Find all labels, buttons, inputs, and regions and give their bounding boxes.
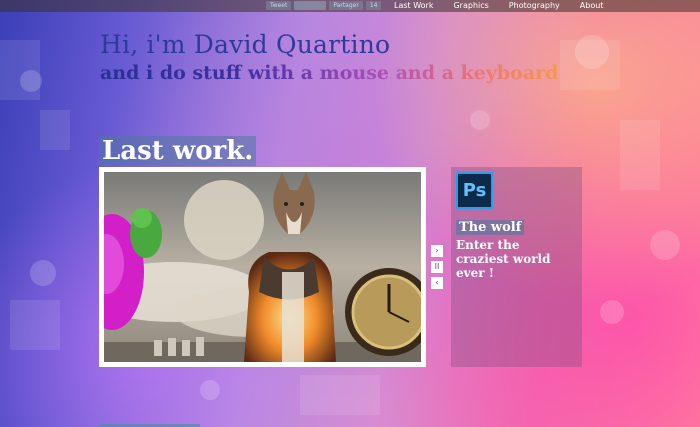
nav-link-graphics[interactable]: Graphics: [443, 0, 498, 12]
bokeh-circle: [575, 35, 609, 69]
nav-link-about[interactable]: About: [570, 0, 614, 12]
bokeh-square: [300, 375, 380, 415]
nav-link-last-work[interactable]: Last Work: [384, 0, 443, 12]
previous-slide-button[interactable]: ‹: [431, 277, 443, 289]
tweet-button[interactable]: Tweet: [266, 1, 292, 10]
share-count: 14: [365, 1, 382, 10]
slideshow-controls: › II ‹: [431, 245, 443, 289]
share-buttons: Tweet Partager 14: [266, 1, 382, 10]
facebook-share-button[interactable]: Partager: [329, 1, 363, 10]
share-counter-bar: [294, 1, 327, 10]
top-bar: Tweet Partager 14 Last Work Graphics Pho…: [0, 0, 700, 12]
bokeh-square: [10, 300, 60, 350]
bokeh-circle: [30, 260, 56, 286]
work-title: The wolf: [456, 220, 525, 235]
bokeh-square: [620, 120, 660, 190]
page-subline: and i do stuff with a mouse and a keyboa…: [100, 62, 559, 84]
bokeh-circle: [650, 230, 680, 260]
pause-slideshow-button[interactable]: II: [431, 261, 443, 273]
bokeh-square: [0, 40, 40, 100]
artwork-image[interactable]: [104, 172, 421, 362]
bokeh-circle: [470, 110, 490, 130]
next-slide-button[interactable]: ›: [431, 245, 443, 257]
nav-link-photography[interactable]: Photography: [499, 0, 570, 12]
slideshow-frame: [99, 167, 426, 367]
photoshop-icon: Ps: [456, 172, 493, 209]
bokeh-circle: [20, 70, 42, 92]
bokeh-circle: [600, 300, 624, 324]
main-nav: Last Work Graphics Photography About: [384, 0, 613, 12]
wolf-artwork-illustration: [104, 172, 421, 362]
page-headline: Hi, i'm David Quartino: [100, 30, 391, 59]
work-description: Enter the craziest world ever !: [456, 238, 551, 280]
bokeh-circle: [200, 380, 220, 400]
bokeh-square: [40, 110, 70, 150]
section-title: Last work.: [99, 136, 257, 166]
bokeh-square: [560, 40, 620, 90]
